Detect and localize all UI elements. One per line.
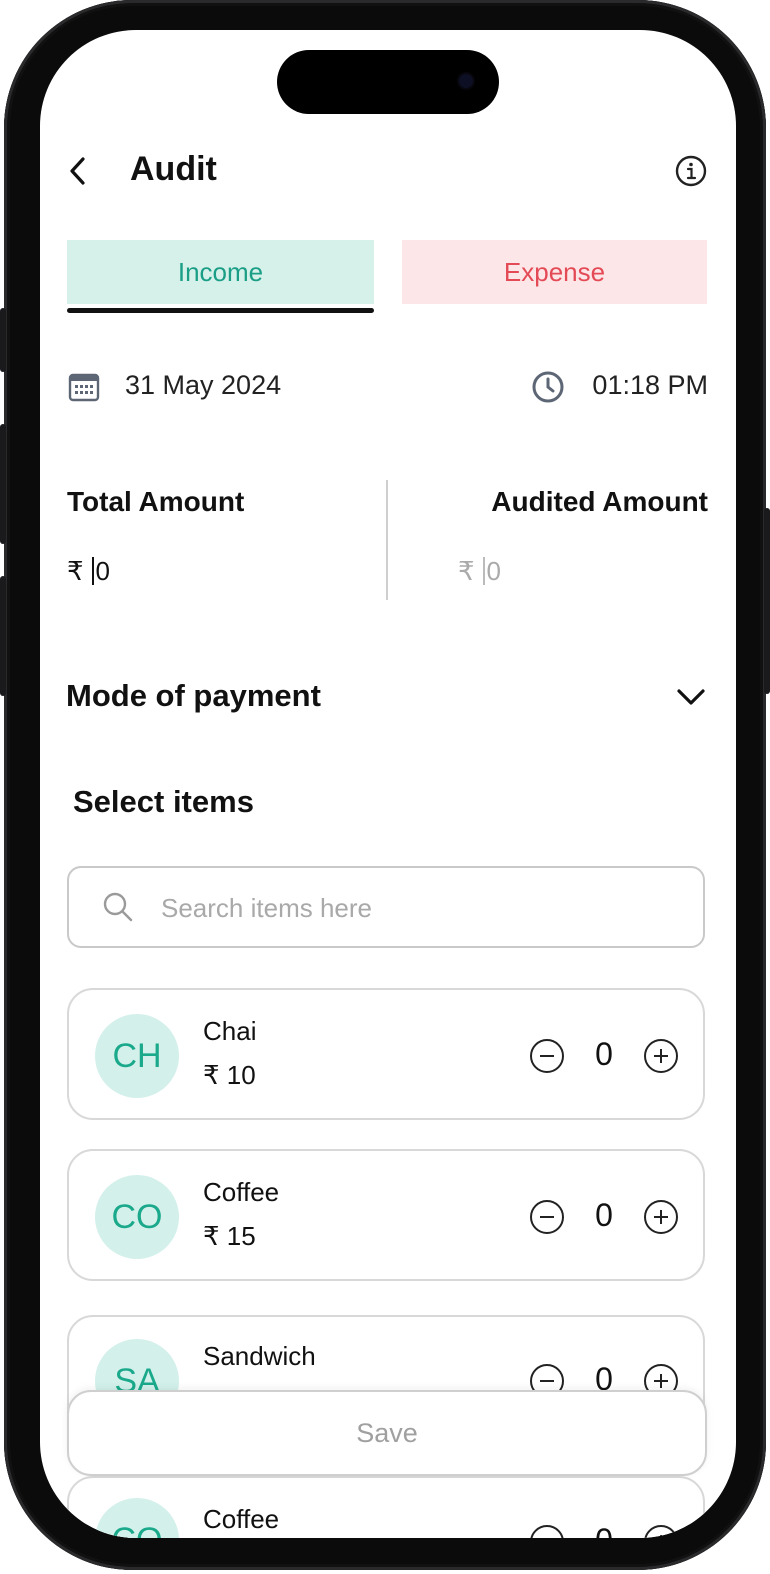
- item-price: ₹ 15: [203, 1221, 256, 1251]
- tab-expense[interactable]: Expense: [402, 240, 707, 304]
- audited-amount-field[interactable]: ₹0: [458, 556, 501, 587]
- minus-circle-icon[interactable]: [529, 1524, 565, 1538]
- item-card: CH Chai ₹ 10 0: [67, 988, 705, 1120]
- quantity-value: 0: [595, 1197, 613, 1233]
- calendar-icon[interactable]: [67, 370, 101, 404]
- quantity-stepper: 0: [529, 1197, 679, 1237]
- item-avatar: CH: [95, 1014, 179, 1098]
- item-card: CO Coffee ₹ 15 0: [67, 1149, 705, 1281]
- chevron-down-icon[interactable]: [674, 680, 708, 714]
- text-cursor: [91, 557, 94, 585]
- phone-frame: Audit Income Expense 31 May 2024 01:18 P…: [0, 0, 770, 1570]
- dynamic-island: [277, 50, 499, 114]
- amount-divider: [386, 480, 388, 600]
- quantity-value: 0: [579, 1522, 629, 1538]
- total-amount-field[interactable]: ₹0: [67, 556, 110, 587]
- plus-circle-icon[interactable]: [643, 1038, 679, 1074]
- app-screen: Audit Income Expense 31 May 2024 01:18 P…: [40, 30, 736, 1538]
- audited-amount-value: 0: [486, 556, 502, 586]
- rupee-icon: ₹: [458, 556, 475, 586]
- item-card: CO Coffee 0: [67, 1476, 705, 1538]
- page-title: Audit: [130, 150, 217, 188]
- camera-icon: [459, 74, 473, 88]
- payment-mode-dropdown[interactable]: Mode of payment: [66, 676, 708, 720]
- volume-down-button: [0, 576, 6, 696]
- minus-circle-icon[interactable]: [529, 1038, 565, 1074]
- rupee-icon: ₹: [67, 556, 84, 586]
- volume-up-button: [0, 424, 6, 544]
- amount-summary: Total Amount ₹0 Audited Amount ₹0: [67, 480, 708, 600]
- text-cursor: [482, 557, 485, 585]
- search-input[interactable]: [159, 882, 683, 934]
- total-amount-value: 0: [95, 556, 111, 586]
- quantity-stepper: 0: [529, 1522, 679, 1538]
- search-icon: [103, 892, 133, 922]
- tab-income[interactable]: Income: [67, 240, 374, 304]
- minus-circle-icon[interactable]: [529, 1199, 565, 1235]
- active-tab-indicator: [67, 308, 374, 313]
- item-avatar: CO: [95, 1175, 179, 1259]
- date-time-row: 31 May 2024 01:18 PM: [67, 366, 708, 410]
- date-value[interactable]: 31 May 2024: [125, 370, 281, 401]
- item-name: Coffee: [203, 1504, 280, 1534]
- action-button: [0, 308, 6, 372]
- audited-amount-label: Audited Amount: [491, 486, 708, 517]
- type-tabs: Income Expense: [67, 240, 707, 314]
- app-header: Audit: [40, 148, 736, 198]
- item-name: Sandwich: [203, 1341, 316, 1371]
- item-avatar: CO: [95, 1498, 179, 1538]
- item-name: Chai: [203, 1016, 257, 1046]
- total-amount-label: Total Amount: [67, 486, 245, 517]
- select-items-heading: Select items: [73, 784, 254, 819]
- plus-circle-icon[interactable]: [643, 1524, 679, 1538]
- time-value[interactable]: 01:18 PM: [592, 370, 708, 401]
- plus-circle-icon[interactable]: [643, 1199, 679, 1235]
- quantity-stepper: 0: [529, 1036, 679, 1076]
- info-icon[interactable]: [674, 154, 708, 188]
- payment-mode-label: Mode of payment: [66, 678, 321, 713]
- power-button: [764, 508, 770, 694]
- item-price: ₹ 10: [203, 1060, 256, 1090]
- quantity-value: 0: [595, 1036, 613, 1072]
- search-box[interactable]: [67, 866, 705, 948]
- clock-icon[interactable]: [530, 369, 566, 405]
- save-button[interactable]: Save: [67, 1390, 707, 1476]
- back-icon[interactable]: [62, 154, 96, 188]
- item-name: Coffee: [203, 1177, 280, 1207]
